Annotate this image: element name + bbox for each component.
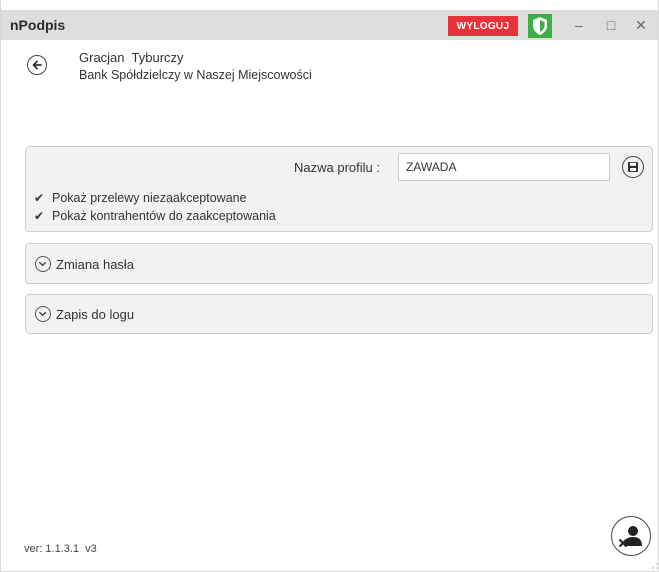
chevron-down-icon: [35, 256, 51, 272]
checkbox-label: Pokaż przelewy niezaakceptowane: [52, 191, 247, 205]
user-name: Gracjan Tyburczy: [79, 50, 184, 65]
profile-name-input[interactable]: [398, 153, 610, 181]
checkbox-show-unaccepted-transfers[interactable]: ✔ Pokaż przelewy niezaakceptowane: [34, 191, 247, 205]
save-icon: [628, 162, 638, 172]
back-arrow-icon: [32, 60, 42, 70]
checkbox-checked-icon: ✔: [34, 191, 45, 205]
section-label: Zapis do logu: [56, 307, 135, 322]
logout-button[interactable]: WYLOGUJ: [448, 16, 518, 36]
checkbox-checked-icon: ✔: [34, 209, 45, 223]
checkbox-label: Pokaż kontrahentów do zaakceptowania: [52, 209, 276, 223]
maximize-button[interactable]: □: [599, 14, 623, 36]
back-button[interactable]: [27, 55, 47, 75]
profile-name-label: Nazwa profilu :: [294, 160, 380, 175]
save-button[interactable]: [622, 156, 644, 178]
app-title: nPodpis: [10, 17, 66, 33]
title-bar: nPodpis WYLOGUJ – □ ✕: [1, 10, 658, 40]
section-password-change[interactable]: Zmiana hasła: [25, 243, 653, 284]
user-remove-button[interactable]: [611, 516, 651, 556]
minimize-button[interactable]: –: [567, 14, 591, 36]
user-remove-icon: [619, 526, 642, 547]
bank-name: Bank Spółdzielczy w Naszej Miejscowości: [79, 68, 312, 82]
close-button[interactable]: ✕: [629, 14, 653, 36]
section-log-recording[interactable]: Zapis do logu: [25, 294, 653, 334]
version-label: ver: 1.1.3.1 v3: [24, 543, 97, 555]
resize-grip-icon[interactable]: [652, 563, 658, 569]
profile-panel: Nazwa profilu : ✔ Pokaż przelewy niezaak…: [25, 146, 653, 232]
app-window: nPodpis WYLOGUJ – □ ✕ Gracjan Tyburczy B…: [0, 0, 659, 572]
section-label: Zmiana hasła: [56, 257, 135, 272]
shield-icon[interactable]: [528, 14, 552, 38]
checkbox-show-contractors[interactable]: ✔ Pokaż kontrahentów do zaakceptowania: [34, 209, 276, 223]
chevron-down-icon: [35, 306, 51, 322]
